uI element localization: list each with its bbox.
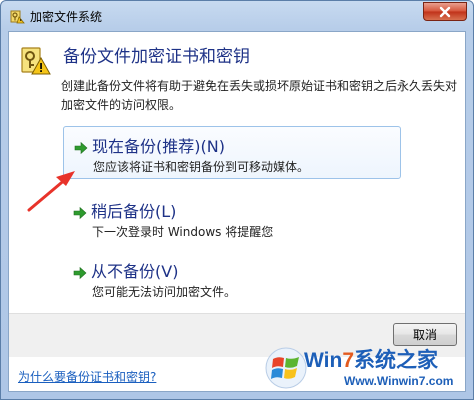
watermark-url: Www.Winwin7.com [344,374,454,388]
close-icon [438,6,452,18]
watermark-brand: Win7系统之家 [304,349,438,372]
description-text: 创建此备份文件将有助于避免在丢失或损坏原始证书和密钥之后永久丢失对加密文件的访问… [61,79,458,112]
option-never-backup[interactable]: 从不备份(V) 您可能无法访问加密文件。 [63,252,401,305]
option-backup-now[interactable]: 现在备份(推荐)(N) 您应该将证书和密钥备份到可移动媒体。 [63,126,401,179]
title-bar[interactable]: 加密文件系统 [1,1,473,31]
encryption-key-icon [9,8,25,24]
option-subtitle: 您可能无法访问加密文件。 [92,285,237,299]
green-arrow-icon [74,141,88,155]
option-title: 稍后备份(L) [91,202,177,221]
certificate-warning-icon [19,44,51,76]
option-subtitle: 您应该将证书和密钥备份到可移动媒体。 [93,160,310,174]
close-button[interactable] [423,2,467,21]
green-arrow-icon [73,266,87,280]
option-title: 从不备份(V) [91,262,179,281]
windows-logo-icon [264,346,308,390]
green-arrow-icon [73,206,87,220]
window-title: 加密文件系统 [30,10,103,24]
option-backup-later[interactable]: 稍后备份(L) 下一次登录时 Windows 将提醒您 [63,192,401,245]
option-subtitle: 下一次登录时 Windows 将提醒您 [92,225,274,239]
dialog-content: 备份文件加密证书和密钥 创建此备份文件将有助于避免在丢失或损坏原始证书和密钥之后… [8,31,466,392]
option-title: 现在备份(推荐)(N) [92,137,225,156]
site-watermark: Win7系统之家 Www.Winwin7.com [264,340,470,398]
page-title: 备份文件加密证书和密钥 [63,47,250,67]
help-link[interactable]: 为什么要备份证书和密钥? [18,368,156,385]
